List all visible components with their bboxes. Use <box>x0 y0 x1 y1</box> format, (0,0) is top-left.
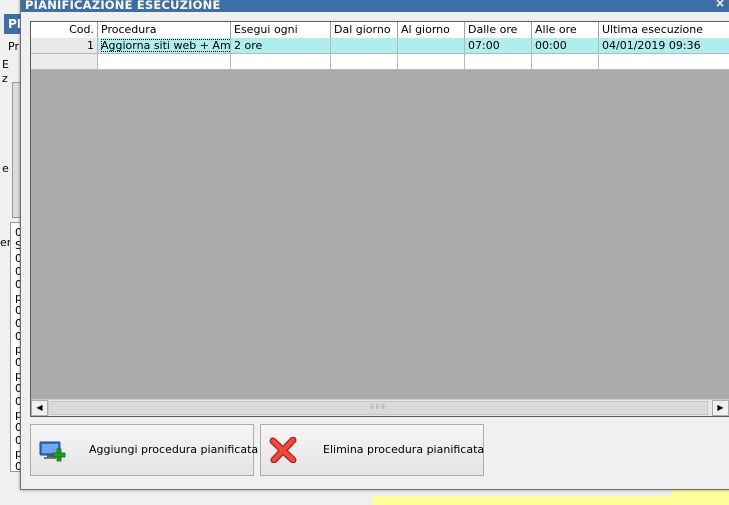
parent-label: E <box>2 58 9 71</box>
cell-procedura[interactable]: Aggiorna siti web + Am… <box>98 38 231 54</box>
column-header-al-giorno[interactable]: Al giorno <box>398 22 465 38</box>
cell-esegui-ogni[interactable]: 2 ore <box>231 38 331 54</box>
cell-empty[interactable] <box>599 54 729 70</box>
cell-empty[interactable] <box>465 54 532 70</box>
schedule-grid[interactable]: Cod. Procedura Esegui ogni Dal giorno Al… <box>30 21 729 417</box>
column-header-cod[interactable]: Cod. <box>31 22 98 38</box>
grid-header: Cod. Procedura Esegui ogni Dal giorno Al… <box>31 22 729 39</box>
cell-empty[interactable] <box>532 54 599 70</box>
parent-status-left <box>0 488 372 505</box>
red-x-icon <box>269 437 297 463</box>
parent-label: Pr <box>8 40 19 53</box>
dialog-titlebar[interactable]: PIANIFICAZIONE ESECUZIONE × <box>21 0 729 12</box>
cell-dalle-ore[interactable]: 07:00 <box>465 38 532 54</box>
cell-ultima-esecuzione[interactable]: 04/01/2019 09:36 <box>599 38 729 54</box>
delete-button-label: Elimina procedura pianificata <box>323 443 485 456</box>
arrow-right-icon: ▶ <box>717 403 724 412</box>
monitor-plus-icon <box>39 441 66 462</box>
arrow-left-icon: ◀ <box>36 403 43 412</box>
parent-label: z <box>2 72 8 85</box>
parent-label: e <box>2 162 9 175</box>
add-scheduled-procedure-button[interactable]: Aggiungi procedura pianificata <box>30 424 258 476</box>
grip-icon: ⠿⠿⠿ <box>369 404 387 411</box>
dialog-title: PIANIFICAZIONE ESECUZIONE <box>25 0 221 12</box>
cell-empty[interactable] <box>331 54 398 70</box>
scroll-left-button[interactable]: ◀ <box>31 400 48 416</box>
cell-empty[interactable] <box>398 54 465 70</box>
cell-alle-ore[interactable]: 00:00 <box>532 38 599 54</box>
table-row-new[interactable] <box>31 54 729 70</box>
cell-procedura-text: Aggiorna siti web + Am… <box>101 39 230 52</box>
column-header-dalle-ore[interactable]: Dalle ore <box>465 22 532 38</box>
close-button[interactable]: × <box>713 0 727 10</box>
horizontal-scrollbar[interactable]: ◀ ⠿⠿⠿ ▶ <box>31 399 729 416</box>
close-icon: × <box>714 0 726 10</box>
column-header-alle-ore[interactable]: Alle ore <box>532 22 599 38</box>
add-button-label: Aggiungi procedura pianificata <box>89 443 259 456</box>
cell-cod[interactable]: 1 <box>31 38 98 54</box>
column-header-esegui-ogni[interactable]: Esegui ogni <box>231 22 331 38</box>
cell-empty[interactable] <box>98 54 231 70</box>
column-header-dal-giorno[interactable]: Dal giorno <box>331 22 398 38</box>
table-row[interactable]: 1 Aggiorna siti web + Am… 2 ore 07:00 00… <box>31 38 729 54</box>
cell-empty[interactable] <box>231 54 331 70</box>
column-header-ultima-esecuzione[interactable]: Ultima esecuzione <box>599 22 729 38</box>
schedule-dialog: PIANIFICAZIONE ESECUZIONE × Cod. Procedu… <box>20 0 729 490</box>
delete-scheduled-procedure-button[interactable]: Elimina procedura pianificata <box>260 424 484 476</box>
scrollbar-thumb[interactable]: ⠿⠿⠿ <box>48 401 708 415</box>
cell-dal-giorno[interactable] <box>331 38 398 54</box>
scroll-right-button[interactable]: ▶ <box>712 400 729 416</box>
column-header-procedura[interactable]: Procedura <box>98 22 231 38</box>
cell-empty[interactable] <box>31 54 98 70</box>
cell-al-giorno[interactable] <box>398 38 465 54</box>
